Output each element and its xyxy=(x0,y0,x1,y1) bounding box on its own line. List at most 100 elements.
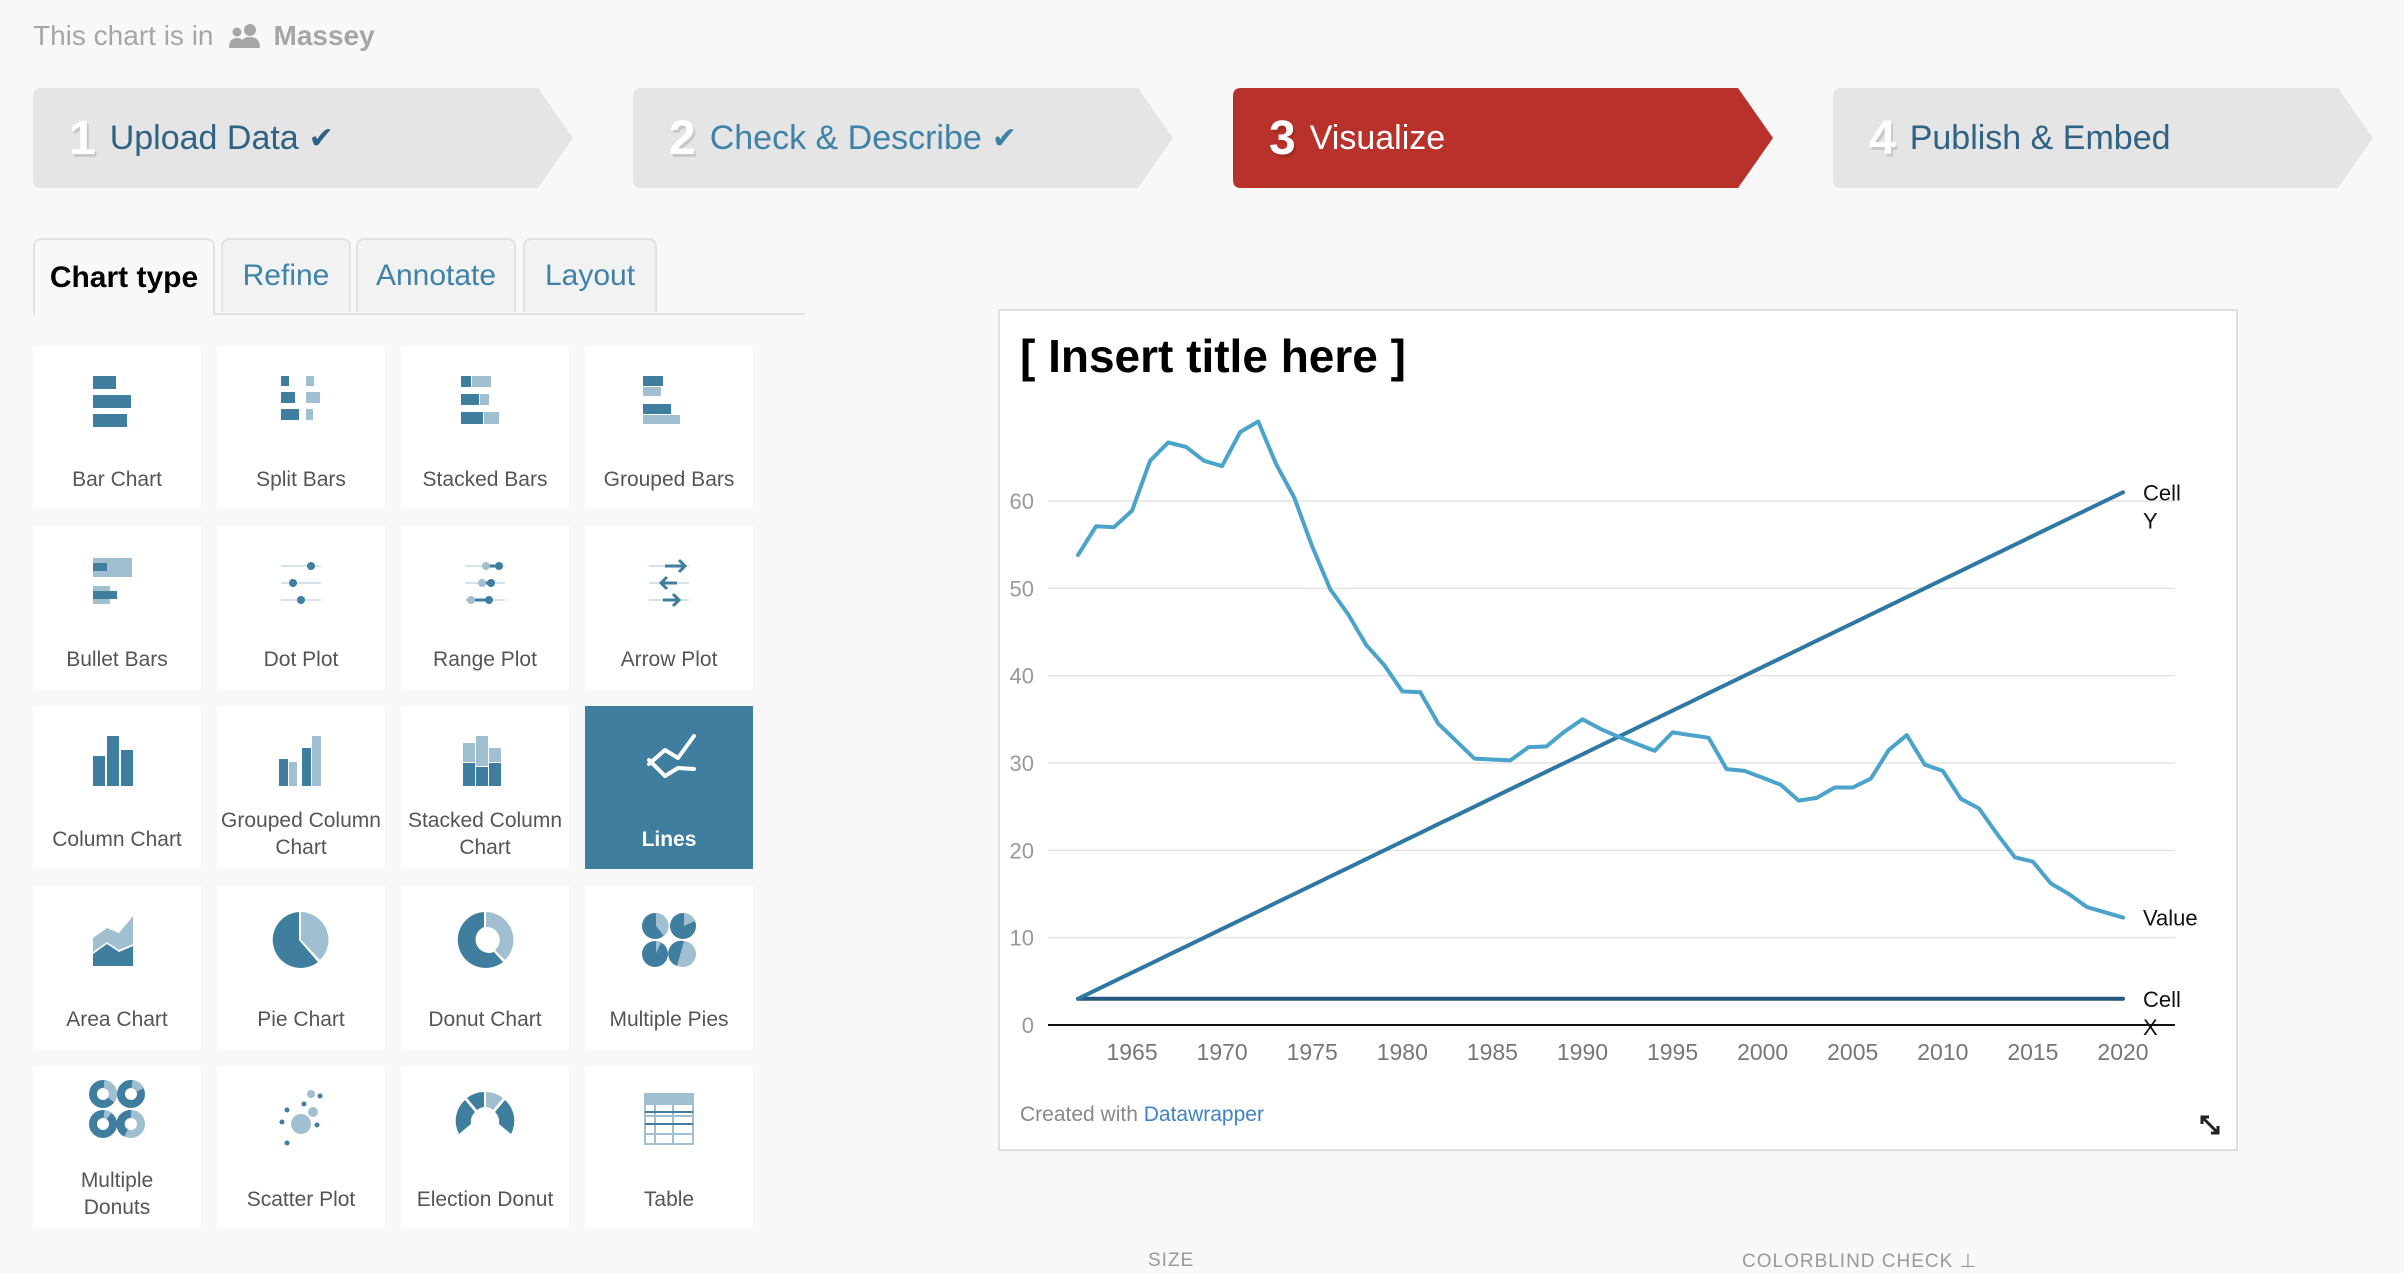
chart-type-label: Range Plot xyxy=(433,648,537,671)
chart-type-label: Multiple Donuts xyxy=(80,1169,154,1219)
x-tick-label: 1975 xyxy=(1287,1039,1338,1065)
arrow-plot-icon xyxy=(649,558,689,608)
step-visualize[interactable]: 3 Visualize xyxy=(1233,88,1773,188)
chart-type-stacked-bars[interactable]: Stacked Bars xyxy=(401,346,569,509)
step-number: 3 xyxy=(1269,111,1296,165)
chart-type-label: Stacked Bars xyxy=(422,468,548,491)
series-label-line: Y xyxy=(2143,508,2158,533)
step-upload-data[interactable]: 1 Upload Data ✔ xyxy=(33,88,573,188)
chart-type-election-donut[interactable]: Election Donut xyxy=(401,1066,569,1229)
step-number: 2 xyxy=(669,111,696,165)
column-chart-icon xyxy=(93,736,133,786)
stacked-column-chart-icon xyxy=(463,736,501,786)
chart-type-label: Lines xyxy=(641,828,697,851)
chart-type-multiple-pies[interactable]: Multiple Pies xyxy=(585,886,753,1049)
chart-type-label: Dot Plot xyxy=(263,648,339,671)
tab-label: Annotate xyxy=(375,259,497,292)
checkmark-icon: ✔ xyxy=(991,121,1017,155)
chart-type-label: Column Chart xyxy=(52,828,182,851)
y-tick-label: 60 xyxy=(1010,489,1034,514)
footer-prefix: Created with xyxy=(1020,1103,1138,1126)
tab-label: Chart type xyxy=(49,260,199,294)
table-icon xyxy=(644,1093,694,1145)
multiple-pies-icon xyxy=(642,913,696,967)
resize-icon[interactable] xyxy=(2198,1113,2222,1137)
x-tick-label: 1980 xyxy=(1377,1039,1428,1065)
y-tick-label: 50 xyxy=(1010,576,1034,601)
x-tick-label: 2005 xyxy=(1827,1039,1878,1065)
line-chart-plot: 0 10 20 30 40 50 60 1965 1970 1975 1980 1985 1990 199… xyxy=(1010,419,2198,1065)
chart-type-label: Grouped Bars xyxy=(603,468,735,491)
chart-type-dot-plot[interactable]: Dot Plot xyxy=(217,526,385,689)
chart-type-label: Grouped Column Chart xyxy=(221,809,381,859)
chart-type-range-plot[interactable]: Range Plot xyxy=(401,526,569,689)
chart-type-split-bars[interactable]: Split Bars xyxy=(217,346,385,509)
tab-refine[interactable]: Refine xyxy=(221,238,351,312)
lines-icon xyxy=(647,734,696,778)
chart-type-donut-chart[interactable]: Donut Chart xyxy=(401,886,569,1049)
chart-type-stacked-column-chart[interactable]: Stacked Column Chart xyxy=(401,706,569,869)
bullet-bars-icon xyxy=(93,558,132,604)
chart-type-scatter-plot[interactable]: Scatter Plot xyxy=(217,1066,385,1229)
chart-type-label: Multiple Pies xyxy=(609,1008,729,1031)
step-label: Upload Data xyxy=(109,118,299,157)
chart-footer: Created with Datawrapper xyxy=(1020,1103,1264,1127)
chart-type-label: Table xyxy=(643,1188,695,1211)
chart-type-label: Area Chart xyxy=(66,1008,168,1031)
tab-layout[interactable]: Layout xyxy=(523,238,657,312)
y-tick-label: 10 xyxy=(1010,926,1034,951)
step-publish-embed[interactable]: 4 Publish & Embed xyxy=(1833,88,2373,188)
grouped-column-chart-icon xyxy=(279,736,321,786)
series-label-cell-x: Cell X xyxy=(2143,987,2181,1040)
folder-info: This chart is in Massey xyxy=(33,20,375,52)
tab-annotate[interactable]: Annotate xyxy=(356,238,516,312)
chart-type-area-chart[interactable]: Area Chart xyxy=(33,886,201,1049)
series-label-line: Cell xyxy=(2143,987,2181,1012)
series-line-cell-y xyxy=(1076,490,2125,1001)
step-number: 1 xyxy=(69,111,96,165)
chart-type-column-chart[interactable]: Column Chart xyxy=(33,706,201,869)
chart-type-bar-chart[interactable]: Bar Chart xyxy=(33,346,201,509)
series-label-value: Value xyxy=(2143,906,2198,931)
chart-type-grouped-bars[interactable]: Grouped Bars xyxy=(585,346,753,509)
step-check-describe[interactable]: 2 Check & Describe ✔ xyxy=(633,88,1173,188)
chart-type-pie-chart[interactable]: Pie Chart xyxy=(217,886,385,1049)
x-tick-label: 1965 xyxy=(1106,1039,1157,1065)
dot-plot-icon xyxy=(281,562,321,604)
sidebar-tabs: Chart type Refine Annotate Layout xyxy=(33,238,805,315)
x-tick-label: 2020 xyxy=(2097,1039,2148,1065)
donut-chart-icon xyxy=(457,912,514,968)
users-icon xyxy=(228,23,262,49)
chart-type-label: Pie Chart xyxy=(257,1008,345,1031)
scatter-plot-icon xyxy=(279,1090,323,1146)
x-tick-label: 1970 xyxy=(1197,1039,1248,1065)
y-tick-label: 20 xyxy=(1010,838,1034,863)
series-label-line: Value xyxy=(2143,906,2198,931)
chart-type-table[interactable]: Table xyxy=(585,1066,753,1229)
chart-type-lines[interactable]: Lines xyxy=(585,706,753,869)
chart-type-label: Arrow Plot xyxy=(620,648,718,671)
datawrapper-link[interactable]: Datawrapper xyxy=(1144,1103,1264,1126)
y-tick-label: 40 xyxy=(1010,664,1034,689)
series-label-cell-y: Cell Y xyxy=(2143,480,2181,533)
tab-label: Refine xyxy=(242,259,330,292)
series-line-value xyxy=(1076,419,2125,920)
x-tick-label: 1985 xyxy=(1467,1039,1518,1065)
folder-name-link[interactable]: Massey xyxy=(274,20,375,52)
series-label-line: X xyxy=(2143,1015,2158,1040)
bar-chart-icon xyxy=(93,376,131,427)
chart-type-arrow-plot[interactable]: Arrow Plot xyxy=(585,526,753,689)
split-bars-icon xyxy=(281,376,320,420)
area-chart-icon xyxy=(93,916,133,966)
chart-type-multiple-donuts[interactable]: Multiple Donuts xyxy=(33,1066,201,1229)
checkmark-icon: ✔ xyxy=(308,121,334,155)
chart-type-label: Election Donut xyxy=(416,1188,554,1211)
y-tick-label: 0 xyxy=(1022,1013,1034,1038)
pie-chart-icon xyxy=(272,912,329,968)
chart-type-label: Scatter Plot xyxy=(246,1188,356,1211)
chart-type-bullet-bars[interactable]: Bullet Bars xyxy=(33,526,201,689)
size-section-label: SIZE xyxy=(1148,1250,1195,1271)
step-label: Check & Describe xyxy=(709,118,982,157)
tab-chart-type[interactable]: Chart type xyxy=(33,238,215,315)
chart-type-grouped-column-chart[interactable]: Grouped Column Chart xyxy=(217,706,385,869)
